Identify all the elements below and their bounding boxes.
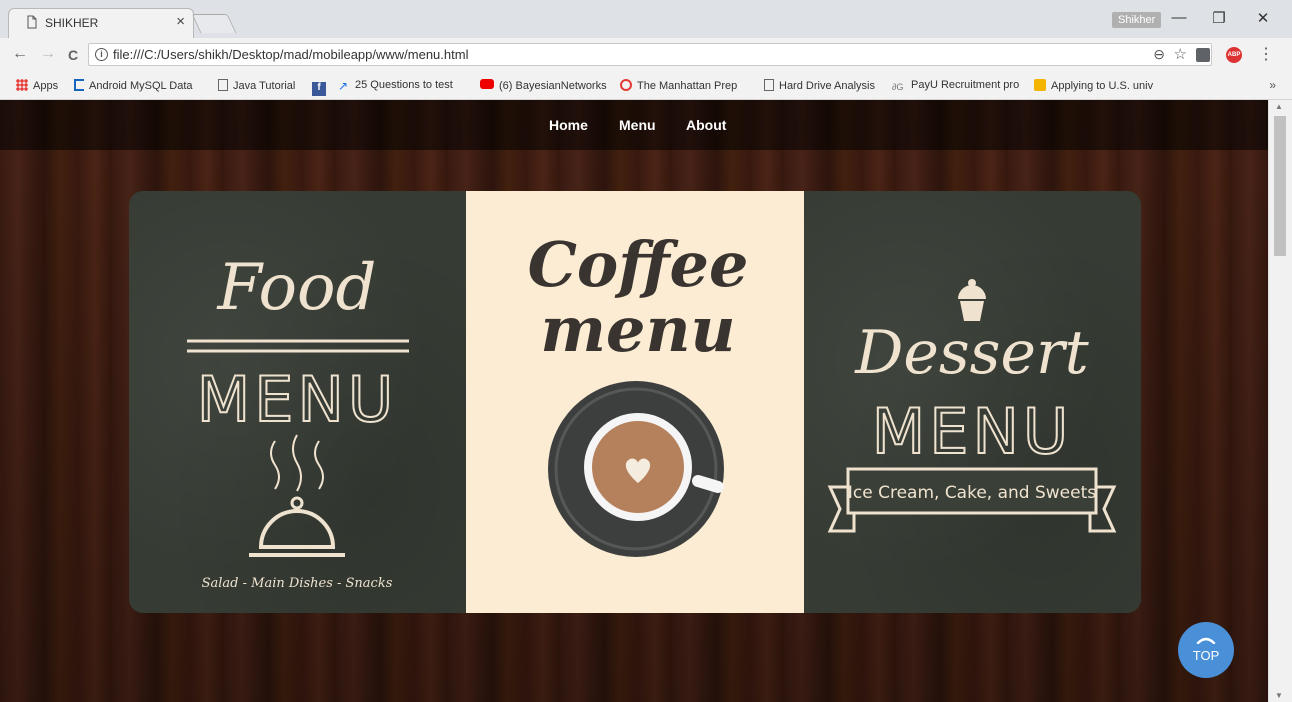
reload-button[interactable]: C — [68, 47, 78, 63]
bookmark-hard-drive[interactable]: Hard Drive Analysis — [764, 79, 875, 92]
nav-about-link[interactable]: About — [686, 117, 726, 133]
bookmark-label: PayU Recruitment pro — [911, 79, 1020, 91]
new-tab-button[interactable] — [191, 14, 237, 33]
dessert-banner-text: Ice Cream, Cake, and Sweets — [848, 483, 1096, 503]
bookmark-apps[interactable]: Apps — [16, 79, 58, 92]
food-block-title: MENU — [197, 363, 397, 436]
close-window-button[interactable]: ✕ — [1248, 9, 1278, 27]
cloche-icon — [249, 496, 345, 557]
bookmark-25-questions[interactable]: ↗ 25 Questions to test — [338, 79, 453, 92]
site-navbar: Home Menu About — [0, 100, 1268, 150]
coffee-script-line2: menu — [540, 293, 735, 366]
page-scrollbar[interactable]: ▲ ▼ — [1268, 100, 1292, 702]
document-icon — [27, 15, 37, 29]
chevron-up-icon — [1196, 637, 1216, 644]
url-text[interactable]: file:///C:/Users/shikh/Desktop/mad/mobil… — [113, 47, 468, 62]
nav-menu-link[interactable]: Menu — [619, 117, 656, 133]
coffee-script-line1: Coffee — [528, 228, 749, 301]
back-to-top-button[interactable]: TOP — [1178, 622, 1234, 678]
food-menu-art: Food MENU Salad - Main Dishes - Snacks — [187, 251, 409, 591]
bookmark-payu[interactable]: ∂G PayU Recruitment pro — [892, 79, 1019, 93]
bookmark-label: Apps — [33, 80, 59, 92]
menu-banner-image: Food MENU Salad - Main Dishes - Snacks C… — [129, 191, 1141, 613]
bookmarks-overflow-icon[interactable]: » — [1269, 78, 1276, 92]
bookmark-label: 25 Questions to test — [355, 79, 453, 91]
scrollbar-thumb[interactable] — [1274, 116, 1286, 256]
info-icon[interactable]: i — [95, 48, 108, 61]
payu-icon: ∂G — [892, 82, 904, 92]
dessert-block-title: MENU — [872, 395, 1072, 468]
bookmark-manhattan-prep[interactable]: The Manhattan Prep — [620, 79, 737, 92]
browser-tab[interactable]: SHIKHER × — [8, 8, 194, 38]
bookmark-label: Applying to U.S. univ — [1051, 80, 1154, 92]
food-subtitle: Salad - Main Dishes - Snacks — [202, 576, 393, 591]
page-viewport: Home Menu About Food MENU Salad - Main D… — [0, 100, 1268, 702]
bookmark-facebook[interactable]: f — [312, 79, 331, 96]
cupcake-icon — [958, 279, 986, 321]
bookmark-bayesian[interactable]: (6) BayesianNetworks — [480, 79, 607, 92]
browser-toolbar: ← → C i file:///C:/Users/shikh/Desktop/m… — [0, 38, 1292, 73]
food-menu-panel[interactable]: Food MENU Salad - Main Dishes - Snacks — [129, 191, 466, 613]
coffee-menu-art: Coffee menu — [528, 228, 749, 557]
coffee-menu-panel[interactable]: Coffee menu — [466, 191, 804, 613]
dessert-menu-art: Dessert MENU Ice Cream, Cake, and Sweets — [827, 279, 1117, 533]
scroll-up-icon[interactable]: ▲ — [1275, 102, 1283, 111]
extension-icon[interactable] — [1196, 48, 1210, 62]
tab-close-icon[interactable]: × — [176, 13, 185, 30]
back-button[interactable]: ← — [12, 45, 28, 63]
nav-home-link[interactable]: Home — [549, 117, 588, 133]
bookmark-favicon-icon — [1034, 79, 1046, 91]
facebook-icon: f — [312, 82, 326, 96]
adblock-icon[interactable]: ABP — [1226, 47, 1242, 63]
browser-menu-icon[interactable]: ⋮ — [1258, 44, 1274, 64]
page-icon — [218, 79, 228, 91]
minimize-button[interactable]: — — [1164, 9, 1194, 26]
manhattan-prep-icon — [620, 79, 632, 91]
trend-icon: ↗ — [338, 79, 349, 93]
zoom-icon[interactable]: ⊖ — [1153, 46, 1165, 63]
food-script-title: Food — [217, 251, 377, 325]
restore-button[interactable]: ❐ — [1204, 9, 1234, 27]
bookmarks-bar: Apps Android MySQL Data Java Tutorial f … — [0, 72, 1292, 100]
youtube-icon — [480, 79, 494, 89]
top-button-label: TOP — [1192, 648, 1220, 663]
bookmark-label: Java Tutorial — [233, 80, 296, 92]
bookmark-favicon-icon — [74, 79, 84, 91]
bookmark-java-tutorial[interactable]: Java Tutorial — [218, 79, 295, 92]
bookmark-label: Android MySQL Data — [89, 80, 193, 92]
bookmark-label: The Manhattan Prep — [637, 80, 738, 92]
forward-button[interactable]: → — [40, 45, 56, 63]
bookmark-applying-us[interactable]: Applying to U.S. univ — [1034, 79, 1153, 92]
bookmark-label: (6) BayesianNetworks — [499, 80, 607, 92]
page-icon — [764, 79, 774, 91]
bookmark-label: Hard Drive Analysis — [779, 80, 875, 92]
bookmark-android-mysql[interactable]: Android MySQL Data — [74, 79, 193, 92]
address-bar[interactable]: i file:///C:/Users/shikh/Desktop/mad/mob… — [88, 43, 1212, 66]
dessert-script-title: Dessert — [854, 318, 1089, 388]
profile-button[interactable]: Shikher — [1112, 12, 1162, 28]
tab-title: SHIKHER — [45, 16, 99, 30]
apps-grid-icon — [16, 79, 28, 91]
bookmark-star-icon[interactable]: ☆ — [1174, 45, 1187, 63]
scroll-down-icon[interactable]: ▼ — [1275, 691, 1283, 700]
browser-titlebar: SHIKHER × Shikher — ❐ ✕ — [0, 0, 1292, 38]
dessert-menu-panel[interactable]: Dessert MENU Ice Cream, Cake, and Sweets — [804, 191, 1141, 613]
coffee-cup-icon — [548, 381, 724, 557]
